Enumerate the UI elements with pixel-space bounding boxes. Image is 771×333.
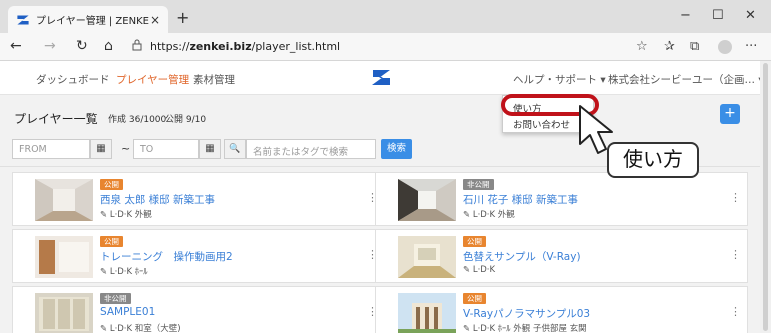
browser-tab-bar: プレイヤー管理 | ZENKEI 360 × + − ☐ ✕	[0, 0, 771, 33]
player-tags: ✎ L·D·K 外観	[463, 208, 515, 220]
tag-list: L·D·K 和室（大壁)	[109, 324, 181, 333]
tab-close-icon[interactable]: ×	[150, 13, 160, 27]
room-thumbnail	[35, 293, 93, 333]
status-badge: 公開	[100, 179, 123, 190]
address-bar: ← → ↻ ⌂ https://zenkei.biz/player_list.h…	[0, 33, 771, 61]
profile-avatar[interactable]	[718, 40, 732, 54]
nav-player-management[interactable]: プレイヤー管理	[116, 72, 190, 97]
callout-label: 使い方	[607, 142, 699, 178]
add-player-button[interactable]: +	[720, 104, 740, 124]
player-tags: ✎ L·D·K 和室（大壁)	[100, 322, 181, 333]
new-tab-icon[interactable]: +	[176, 8, 189, 27]
to-date-input[interactable]: TO	[133, 139, 199, 159]
nav-dashboard[interactable]: ダッシュボード	[36, 72, 110, 87]
search-icon[interactable]: 🔍	[224, 139, 246, 159]
tag-list: L·D·K 外観	[109, 210, 152, 220]
tag-list: L·D·K ﾎｰﾙ	[109, 267, 148, 277]
scrollbar-thumb[interactable]	[763, 63, 768, 331]
from-date-input[interactable]: FROM	[12, 139, 90, 159]
more-icon[interactable]: ···	[745, 39, 757, 54]
tag-icon: ✎	[100, 267, 108, 277]
player-card[interactable]: 公開 V-Rayパノラマサンプル03 ✎ L·D·K ﾎｰﾙ 外観 子供部屋 玄…	[375, 286, 748, 333]
star-icon[interactable]: ☆	[636, 39, 648, 54]
player-tags: ✎ L·D·K	[463, 265, 495, 275]
forward-icon[interactable]: →	[44, 38, 56, 54]
player-card[interactable]: 非公開 石川 花子 様邸 新築工事 ✎ L·D·K 外観 ⋮	[375, 172, 748, 226]
lock-icon	[132, 39, 142, 51]
player-card[interactable]: 非公開 SAMPLE01 ✎ L·D·K 和室（大壁) ⋮	[12, 286, 385, 333]
kebab-menu-icon[interactable]: ⋮	[730, 191, 741, 204]
room-thumbnail	[35, 179, 93, 221]
player-title-link[interactable]: 石川 花子 様邸 新築工事	[463, 192, 578, 207]
kebab-menu-icon[interactable]: ⋮	[730, 248, 741, 261]
status-badge: 公開	[463, 236, 486, 247]
player-title-link[interactable]: トレーニング 操作動画用2	[100, 249, 233, 264]
room-thumbnail	[35, 236, 93, 278]
collections-icon[interactable]: ⧉	[690, 39, 699, 54]
room-thumbnail	[398, 179, 456, 221]
player-tags: ✎ L·D·K ﾎｰﾙ 外観 子供部屋 玄関	[463, 322, 587, 333]
tab-title: プレイヤー管理 | ZENKEI 360	[36, 16, 150, 27]
nav-material-management[interactable]: 素材管理	[193, 72, 235, 87]
back-icon[interactable]: ←	[10, 38, 22, 54]
player-title-link[interactable]: 色替えサンプル（V-Ray)	[463, 249, 581, 264]
favorites-icon[interactable]: ✰	[664, 39, 675, 54]
tag-icon: ✎	[100, 324, 108, 333]
reload-icon[interactable]: ↻	[76, 38, 88, 54]
date-range-separator: ~	[121, 142, 131, 155]
status-badge: 非公開	[463, 179, 494, 190]
house-thumbnail	[398, 293, 456, 333]
url-path: /player_list.html	[251, 40, 341, 53]
url-field[interactable]: https://zenkei.biz/player_list.html	[150, 40, 340, 53]
player-tags: ✎ L·D·K ﾎｰﾙ	[100, 265, 148, 277]
url-prefix: https://	[150, 40, 190, 53]
keyword-search-input[interactable]: 名前またはタグで検索	[246, 139, 376, 159]
zenkei-logo-icon	[17, 14, 29, 25]
player-list: 公開 西泉 太郎 様邸 新築工事 ✎ L·D·K 外観 ⋮ 非公開 石川 花子 …	[0, 167, 760, 333]
tag-list: L·D·K	[472, 265, 496, 275]
app-header: ダッシュボード プレイヤー管理 素材管理 ヘルプ・サポート ▾ 株式会社シービー…	[0, 61, 764, 97]
player-card[interactable]: 公開 トレーニング 操作動画用2 ✎ L·D·K ﾎｰﾙ ⋮	[12, 229, 385, 283]
kebab-menu-icon[interactable]: ⋮	[730, 305, 741, 318]
browser-tab[interactable]: プレイヤー管理 | ZENKEI 360 ×	[8, 6, 168, 33]
close-window-icon[interactable]: ✕	[745, 8, 756, 23]
player-title-link[interactable]: SAMPLE01	[100, 306, 155, 318]
url-domain: zenkei.biz	[189, 40, 252, 53]
menu-item-contact[interactable]: お問い合わせ	[513, 117, 570, 131]
brand-logo-icon[interactable]	[371, 69, 391, 86]
company-menu[interactable]: 株式会社シービーユー（企画… ▾	[608, 72, 764, 87]
player-title-link[interactable]: 西泉 太郎 様邸 新築工事	[100, 192, 215, 207]
status-badge: 公開	[463, 293, 486, 304]
maximize-icon[interactable]: ☐	[712, 8, 724, 23]
room-thumbnail	[398, 236, 456, 278]
calendar-icon[interactable]: ▦	[90, 139, 112, 159]
tag-list: L·D·K 外観	[472, 210, 515, 220]
tag-icon: ✎	[463, 324, 471, 333]
tag-list: L·D·K ﾎｰﾙ 外観 子供部屋 玄関	[472, 324, 587, 333]
calendar-icon[interactable]: ▦	[199, 139, 221, 159]
status-badge: 非公開	[100, 293, 131, 304]
minimize-icon[interactable]: −	[680, 8, 691, 23]
created-count: 作成 36/1000	[108, 115, 167, 125]
page-title: プレイヤー一覧	[14, 112, 98, 126]
status-badge: 公開	[100, 236, 123, 247]
player-card[interactable]: 公開 色替えサンプル（V-Ray) ✎ L·D·K ⋮	[375, 229, 748, 283]
search-button[interactable]: 検索	[381, 139, 412, 159]
player-title-link[interactable]: V-Rayパノラマサンプル03	[463, 306, 590, 321]
player-card[interactable]: 公開 西泉 太郎 様邸 新築工事 ✎ L·D·K 外観 ⋮	[12, 172, 385, 226]
player-tags: ✎ L·D·K 外観	[100, 208, 152, 220]
home-icon[interactable]: ⌂	[104, 38, 113, 54]
tag-icon: ✎	[100, 210, 108, 220]
help-support-menu[interactable]: ヘルプ・サポート ▾	[513, 72, 606, 87]
tag-icon: ✎	[463, 265, 471, 275]
tag-icon: ✎	[463, 210, 471, 220]
published-count: 公開 9/10	[165, 115, 207, 125]
